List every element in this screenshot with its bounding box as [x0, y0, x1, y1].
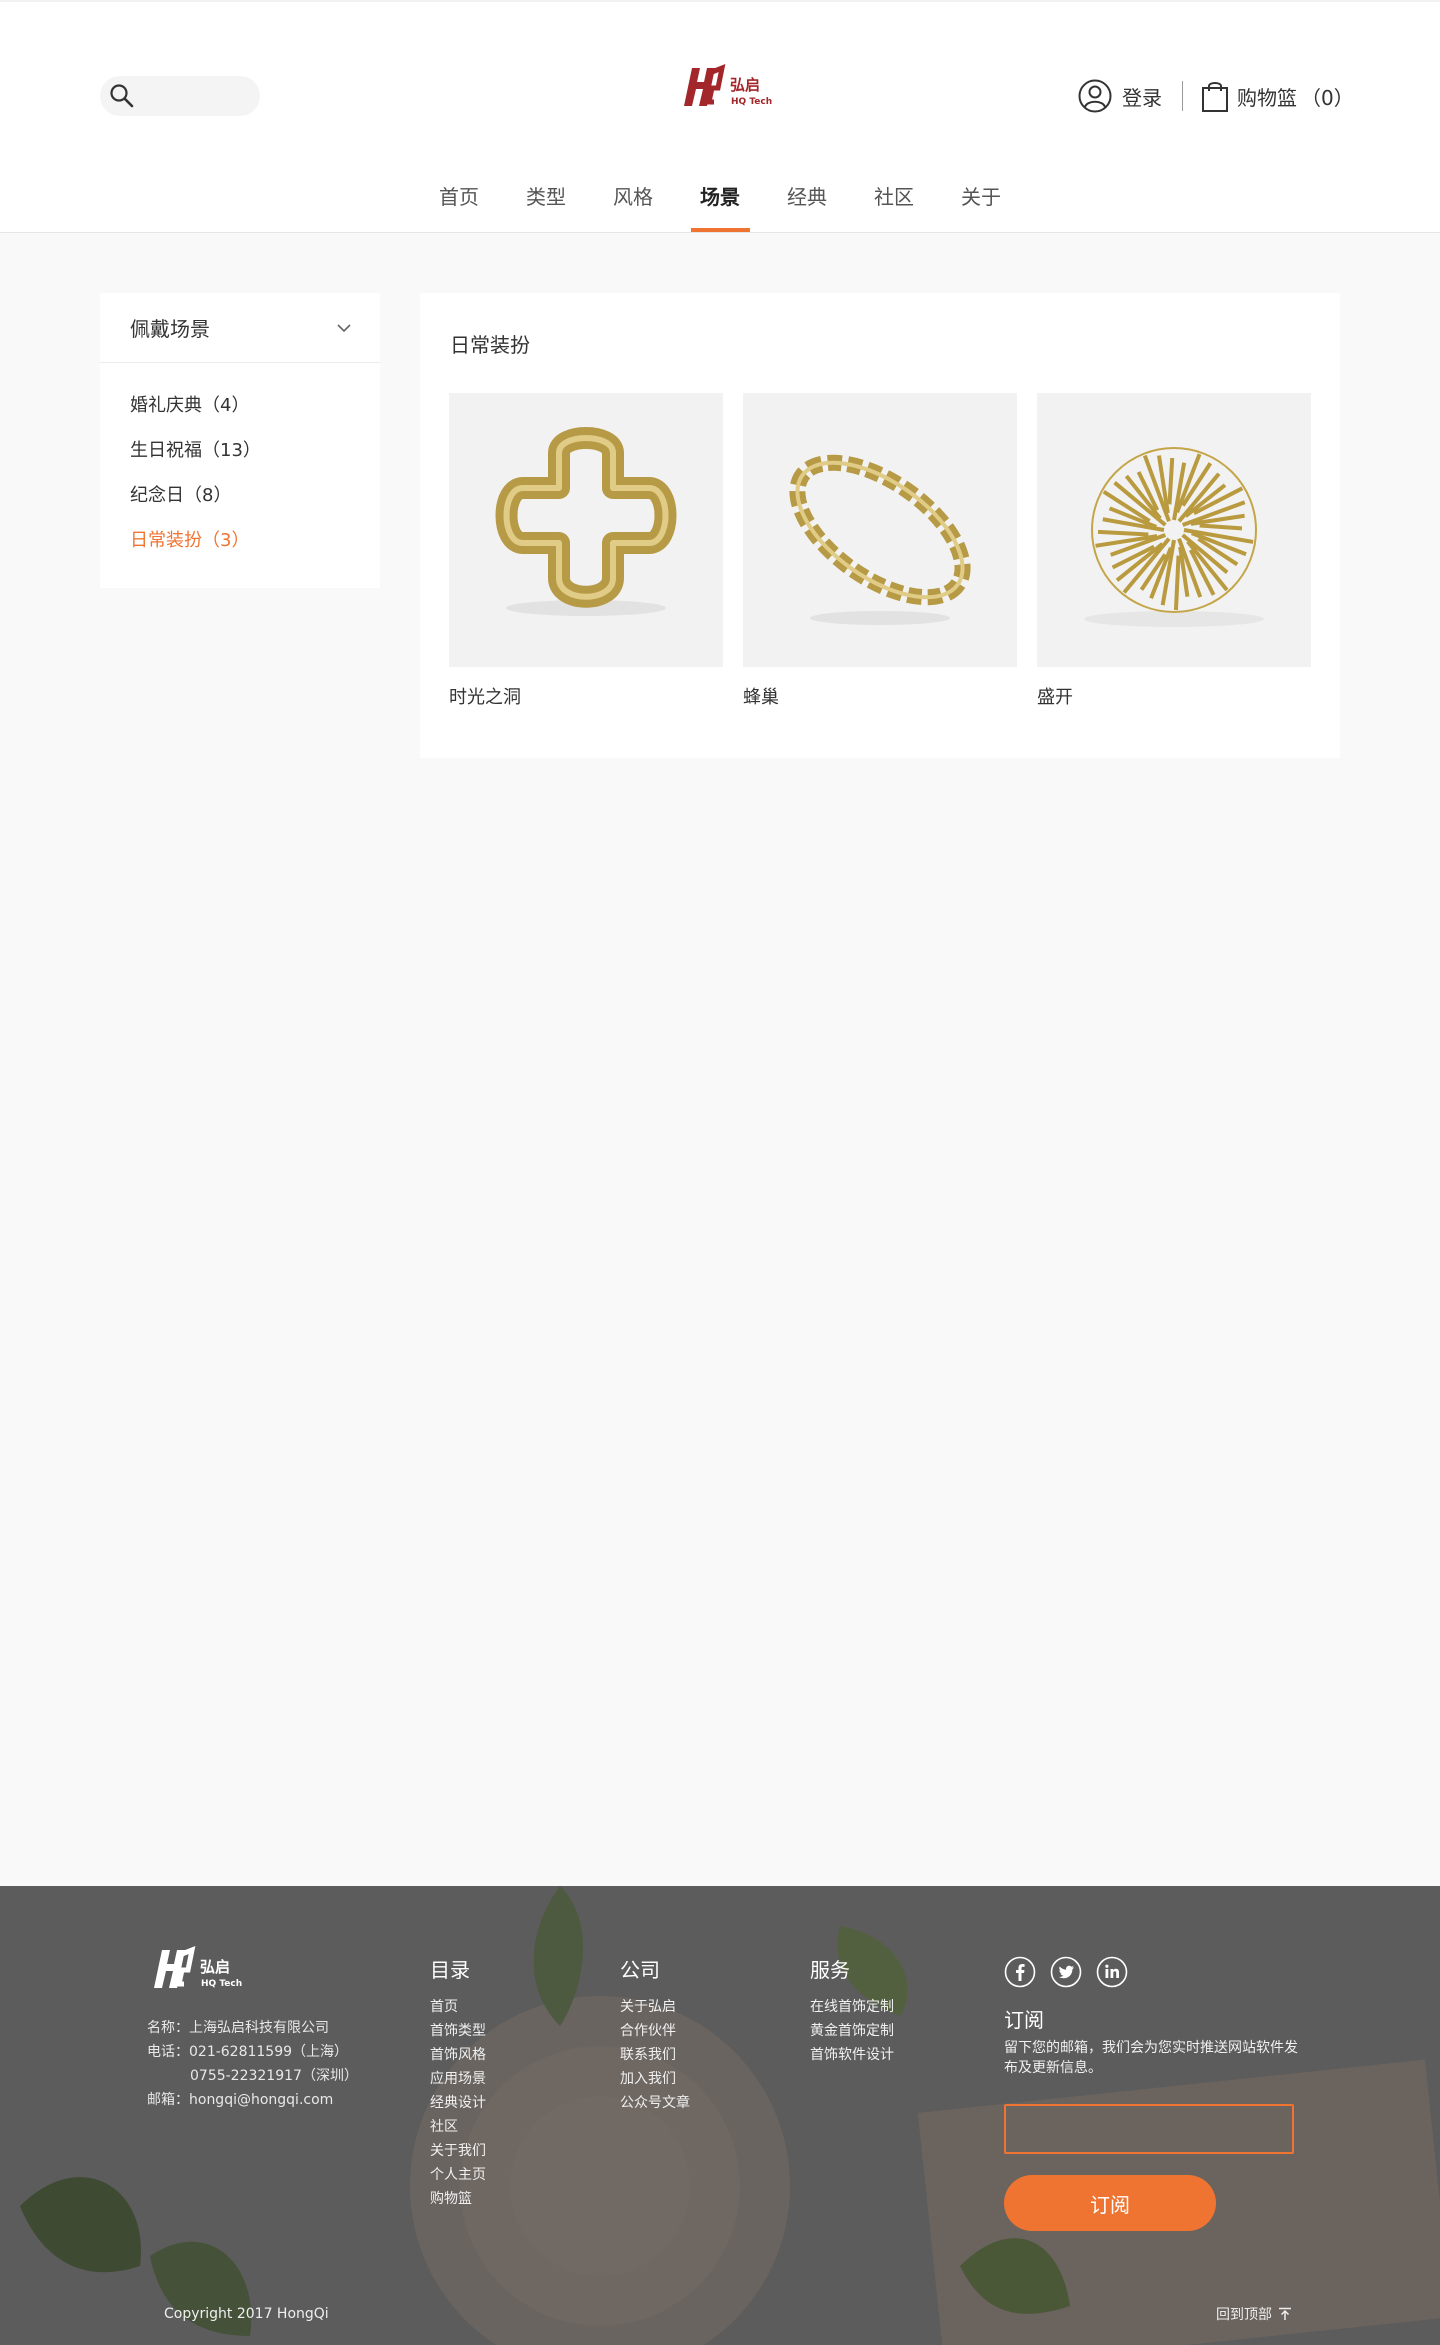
product-name[interactable]: 盛开	[1037, 683, 1311, 709]
product-panel: 日常装扮 时光之洞 蜂巢 盛开	[420, 293, 1340, 758]
nav-item-types[interactable]: 类型	[503, 172, 590, 232]
footer-link[interactable]: 首饰软件设计	[810, 2043, 894, 2067]
footer-link[interactable]: 应用场景	[430, 2067, 486, 2091]
shopping-bag-icon[interactable]	[1201, 79, 1229, 113]
header-divider	[1182, 81, 1183, 111]
scene-filter-sidebar: 佩戴场景 婚礼庆典（4） 生日祝福（13） 纪念日（8） 日常装扮（3）	[100, 293, 380, 588]
company-email: 邮箱：hongqi@hongqi.com	[147, 2092, 334, 2108]
cart-count: （0）	[1301, 85, 1354, 110]
nav-item-classics[interactable]: 经典	[764, 172, 851, 232]
company-name: 名称：上海弘启科技有限公司	[147, 2020, 329, 2036]
footer-link[interactable]: 经典设计	[430, 2091, 486, 2115]
footer-link[interactable]: 关于我们	[430, 2139, 486, 2163]
facebook-icon[interactable]	[1004, 1956, 1036, 1988]
footer-column-directory: 目录 首页 首饰类型 首饰风格 应用场景 经典设计 社区 关于我们 个人主页 购…	[430, 1954, 486, 2211]
subscribe-description: 留下您的邮箱，我们会为您实时推送网站软件发布及更新信息。	[1004, 2040, 1298, 2076]
back-to-top-link[interactable]: 回到顶部	[1216, 2304, 1292, 2324]
site-header: 弘启 HQ Tech 登录 购物篮 （0） 首页 类型 风格 场景 经典 社区 …	[0, 0, 1440, 233]
footer-column-services: 服务 在线首饰定制 黄金首饰定制 首饰软件设计	[810, 1954, 894, 2067]
sidebar-item-birthday[interactable]: 生日祝福（13）	[130, 428, 380, 473]
product-name[interactable]: 时光之洞	[449, 683, 723, 709]
footer-link[interactable]: 合作伙伴	[620, 2019, 690, 2043]
panel-title: 日常装扮	[450, 333, 530, 357]
search-input[interactable]	[100, 76, 260, 116]
footer-logo[interactable]: 弘启 HQ Tech	[148, 1940, 248, 1996]
login-link[interactable]: 登录	[1122, 82, 1162, 111]
company-phone: 电话：021-62811599（上海）	[147, 2044, 349, 2060]
search-icon[interactable]	[108, 82, 136, 110]
social-links	[1004, 1956, 1128, 1988]
footer-column-company: 公司 关于弘启 合作伙伴 联系我们 加入我们 公众号文章	[620, 1954, 690, 2115]
footer-link[interactable]: 首饰类型	[430, 2019, 486, 2043]
nav-item-about[interactable]: 关于	[938, 172, 1025, 232]
brand-logo[interactable]: 弘启 HQ Tech	[678, 58, 778, 114]
subscribe-email-input[interactable]	[1004, 2104, 1294, 2154]
nav-item-styles[interactable]: 风格	[590, 172, 677, 232]
site-footer: 弘启 HQ Tech 名称：上海弘启科技有限公司 电话：021-62811599…	[0, 1886, 1440, 2345]
nav-item-community[interactable]: 社区	[851, 172, 938, 232]
sidebar-item-daily[interactable]: 日常装扮（3）	[130, 518, 380, 563]
linkedin-icon[interactable]	[1096, 1956, 1128, 1988]
user-icon[interactable]	[1078, 79, 1112, 113]
sidebar-title: 佩戴场景	[130, 317, 210, 341]
footer-link[interactable]: 社区	[430, 2115, 486, 2139]
gold-wave-ring-image	[789, 454, 971, 625]
product-image[interactable]	[449, 393, 723, 667]
top-border	[0, 0, 1440, 2]
svg-text:弘启: 弘启	[730, 76, 760, 94]
footer-column-title: 服务	[810, 1958, 850, 1982]
main-nav: 首页 类型 风格 场景 经典 社区 关于	[0, 172, 1440, 232]
footer-link[interactable]: 个人主页	[430, 2163, 486, 2187]
footer-link[interactable]: 购物篮	[430, 2187, 486, 2211]
product-image[interactable]	[1037, 393, 1311, 667]
footer-link[interactable]: 加入我们	[620, 2067, 690, 2091]
footer-link[interactable]: 关于弘启	[620, 1995, 690, 2019]
user-area: 登录 购物篮 （0）	[1078, 78, 1354, 114]
arrow-up-icon[interactable]	[1278, 2307, 1292, 2321]
svg-text:HQ Tech: HQ Tech	[201, 1979, 242, 1989]
product-card[interactable]: 盛开	[1037, 393, 1311, 709]
sidebar-header[interactable]: 佩戴场景	[100, 293, 380, 363]
product-card[interactable]: 时光之洞	[449, 393, 723, 709]
sidebar-list: 婚礼庆典（4） 生日祝福（13） 纪念日（8） 日常装扮（3）	[100, 363, 380, 563]
subscribe-title: 订阅	[1004, 2008, 1044, 2032]
footer-link[interactable]: 首页	[430, 1995, 486, 2019]
product-name[interactable]: 蜂巢	[743, 683, 1017, 709]
footer-link[interactable]: 在线首饰定制	[810, 1995, 894, 2019]
back-to-top-label[interactable]: 回到顶部	[1216, 2304, 1272, 2324]
nav-item-home[interactable]: 首页	[416, 172, 503, 232]
svg-text:HQ Tech: HQ Tech	[731, 97, 772, 107]
svg-text:弘启: 弘启	[200, 1958, 230, 1976]
company-info: 名称：上海弘启科技有限公司 电话：021-62811599（上海） 0755-2…	[147, 2016, 358, 2112]
footer-link[interactable]: 黄金首饰定制	[810, 2019, 894, 2043]
copyright: Copyright 2017 HongQi	[164, 2306, 329, 2322]
product-image[interactable]	[743, 393, 1017, 667]
gold-cross-ring-image	[495, 427, 677, 616]
footer-column-title: 公司	[620, 1958, 660, 1982]
twitter-icon[interactable]	[1050, 1956, 1082, 1988]
footer-column-title: 目录	[430, 1958, 470, 1982]
sidebar-item-wedding[interactable]: 婚礼庆典（4）	[130, 383, 380, 428]
subscribe-button[interactable]: 订阅	[1004, 2175, 1216, 2231]
sidebar-item-anniversary[interactable]: 纪念日（8）	[130, 473, 380, 518]
gold-burst-pendant-image	[1084, 447, 1264, 627]
product-card[interactable]: 蜂巢	[743, 393, 1017, 709]
footer-link[interactable]: 联系我们	[620, 2043, 690, 2067]
cart-link[interactable]: 购物篮	[1237, 82, 1297, 111]
footer-link[interactable]: 首饰风格	[430, 2043, 486, 2067]
company-phone-2: 0755-22321917（深圳）	[190, 2068, 358, 2084]
footer-link[interactable]: 公众号文章	[620, 2091, 690, 2115]
chevron-down-icon[interactable]	[336, 323, 352, 333]
nav-item-scenes[interactable]: 场景	[677, 172, 764, 232]
